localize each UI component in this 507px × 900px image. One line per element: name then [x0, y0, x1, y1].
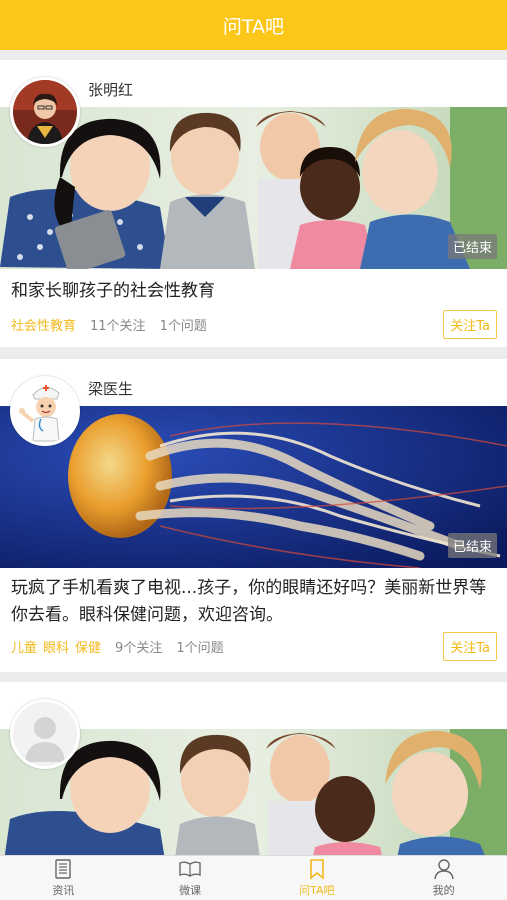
children-tablet-photo — [0, 107, 507, 269]
bookmark-icon — [310, 859, 324, 880]
tab-label: 资讯 — [52, 884, 75, 897]
topic-card[interactable]: 张明红 已结束 和家长聊孩子的社会性教育 社会性教育 11个关注 1个问题 关注… — [0, 60, 507, 347]
topic-title[interactable]: 玩疯了手机看爽了电视...孩子，你的眼睛还好吗？美丽新世界等你去看。眼科保健问题… — [11, 575, 497, 629]
tab-label: 问TA吧 — [299, 884, 335, 897]
follower-count: 11个关注 — [90, 319, 146, 334]
person-icon — [433, 859, 454, 880]
tab-label: 微课 — [179, 884, 202, 897]
tab-news[interactable]: 资讯 — [0, 856, 127, 900]
topic-banner-image[interactable]: 已结束 — [0, 107, 507, 269]
status-badge: 已结束 — [447, 533, 497, 558]
open-book-icon — [179, 861, 201, 877]
follow-button[interactable]: 关注Ta — [443, 310, 497, 339]
topic-title[interactable]: 和家长聊孩子的社会性教育 — [11, 278, 497, 305]
tab-mine[interactable]: 我的 — [380, 856, 507, 900]
jellyfish-photo — [0, 406, 507, 568]
topic-tag[interactable]: 保健 — [75, 637, 101, 656]
follow-button[interactable]: 关注Ta — [443, 632, 497, 661]
tab-ask[interactable]: 问TA吧 — [254, 856, 381, 900]
tab-microclass[interactable]: 微课 — [127, 856, 254, 900]
topic-tag[interactable]: 儿童 — [11, 637, 37, 656]
question-count: 1个问题 — [159, 319, 207, 334]
default-avatar-icon — [13, 702, 77, 766]
teacher-avatar-icon — [13, 80, 77, 144]
bottom-tab-bar: 资讯 微课 问TA吧 我的 — [0, 855, 507, 900]
author-name: 张明红 — [88, 81, 134, 99]
tab-label: 我的 — [432, 884, 455, 897]
author-name: 梁医生 — [88, 380, 134, 398]
newspaper-icon — [55, 859, 72, 879]
topic-meta: 社会性教育 11个关注 1个问题 — [11, 315, 221, 334]
author-avatar[interactable] — [10, 699, 80, 769]
topic-card[interactable]: 梁医生 已结束 玩疯了手机看爽了电视...孩子，你的眼睛还好吗？美丽新世界等你去… — [0, 359, 507, 672]
page-title: 问TA吧 — [222, 15, 285, 38]
author-avatar[interactable] — [10, 77, 80, 147]
topic-card[interactable] — [0, 682, 507, 855]
author-avatar[interactable] — [10, 376, 80, 446]
topic-feed[interactable]: 张明红 已结束 和家长聊孩子的社会性教育 社会性教育 11个关注 1个问题 关注… — [0, 50, 507, 855]
doctor-cartoon-avatar-icon — [13, 379, 77, 443]
topic-meta: 儿童 眼科 保健 9个关注 1个问题 — [11, 637, 238, 656]
follower-count: 9个关注 — [115, 641, 163, 656]
status-badge: 已结束 — [447, 234, 497, 259]
topic-tags: 儿童 眼科 保健 — [11, 637, 107, 656]
top-bar: 问TA吧 — [0, 0, 507, 50]
question-count: 1个问题 — [176, 641, 224, 656]
topic-tag[interactable]: 社会性教育 — [11, 315, 76, 334]
topic-tag[interactable]: 眼科 — [43, 637, 69, 656]
topic-banner-image[interactable]: 已结束 — [0, 406, 507, 568]
